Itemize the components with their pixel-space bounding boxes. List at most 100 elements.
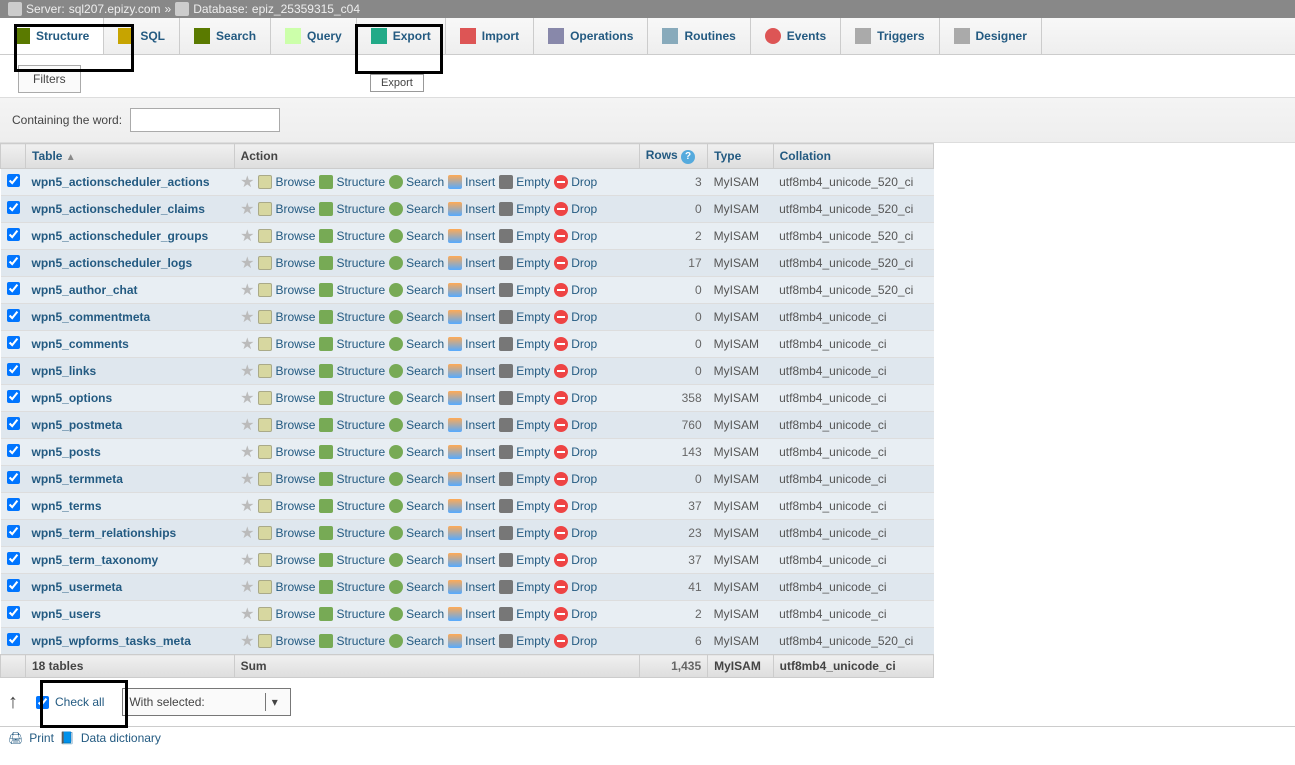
action-search[interactable]: Search [389, 445, 444, 459]
row-checkbox[interactable] [7, 174, 20, 187]
action-structure[interactable]: Structure [319, 607, 385, 621]
action-search[interactable]: Search [389, 202, 444, 216]
row-checkbox[interactable] [7, 228, 20, 241]
action-insert[interactable]: Insert [448, 256, 495, 270]
favorite-icon[interactable]: ★ [240, 253, 254, 273]
tab-structure[interactable]: Structure [0, 18, 104, 54]
table-name-link[interactable]: wpn5_options [32, 391, 113, 405]
action-insert[interactable]: Insert [448, 445, 495, 459]
favorite-icon[interactable]: ★ [240, 334, 254, 354]
table-name-link[interactable]: wpn5_actionscheduler_actions [32, 175, 210, 189]
action-search[interactable]: Search [389, 472, 444, 486]
action-browse[interactable]: Browse [258, 445, 315, 459]
row-checkbox[interactable] [7, 336, 20, 349]
action-drop[interactable]: Drop [554, 337, 597, 351]
action-search[interactable]: Search [389, 499, 444, 513]
row-checkbox[interactable] [7, 390, 20, 403]
row-checkbox[interactable] [7, 255, 20, 268]
tab-search[interactable]: Search [180, 18, 271, 54]
action-empty[interactable]: Empty [499, 310, 550, 324]
action-insert[interactable]: Insert [448, 391, 495, 405]
action-browse[interactable]: Browse [258, 310, 315, 324]
action-structure[interactable]: Structure [319, 337, 385, 351]
tab-triggers[interactable]: Triggers [841, 18, 939, 54]
action-insert[interactable]: Insert [448, 229, 495, 243]
action-drop[interactable]: Drop [554, 364, 597, 378]
action-insert[interactable]: Insert [448, 580, 495, 594]
action-insert[interactable]: Insert [448, 553, 495, 567]
row-checkbox[interactable] [7, 417, 20, 430]
action-drop[interactable]: Drop [554, 391, 597, 405]
action-empty[interactable]: Empty [499, 607, 550, 621]
action-insert[interactable]: Insert [448, 472, 495, 486]
row-checkbox[interactable] [7, 363, 20, 376]
action-empty[interactable]: Empty [499, 391, 550, 405]
table-name-link[interactable]: wpn5_actionscheduler_claims [32, 202, 205, 216]
action-drop[interactable]: Drop [554, 634, 597, 648]
table-name-link[interactable]: wpn5_postmeta [32, 418, 123, 432]
table-name-link[interactable]: wpn5_actionscheduler_groups [32, 229, 209, 243]
action-empty[interactable]: Empty [499, 256, 550, 270]
action-drop[interactable]: Drop [554, 175, 597, 189]
action-drop[interactable]: Drop [554, 310, 597, 324]
action-drop[interactable]: Drop [554, 256, 597, 270]
action-insert[interactable]: Insert [448, 634, 495, 648]
action-structure[interactable]: Structure [319, 445, 385, 459]
row-checkbox[interactable] [7, 201, 20, 214]
action-empty[interactable]: Empty [499, 499, 550, 513]
action-empty[interactable]: Empty [499, 337, 550, 351]
row-checkbox[interactable] [7, 633, 20, 646]
action-empty[interactable]: Empty [499, 580, 550, 594]
table-name-link[interactable]: wpn5_wpforms_tasks_meta [32, 634, 191, 648]
action-empty[interactable]: Empty [499, 364, 550, 378]
table-name-link[interactable]: wpn5_commentmeta [32, 310, 151, 324]
action-structure[interactable]: Structure [319, 472, 385, 486]
filters-button[interactable]: Filters [18, 65, 81, 93]
action-structure[interactable]: Structure [319, 580, 385, 594]
action-empty[interactable]: Empty [499, 472, 550, 486]
action-search[interactable]: Search [389, 283, 444, 297]
action-drop[interactable]: Drop [554, 607, 597, 621]
action-empty[interactable]: Empty [499, 445, 550, 459]
action-empty[interactable]: Empty [499, 283, 550, 297]
help-icon[interactable]: ? [681, 150, 695, 164]
action-search[interactable]: Search [389, 553, 444, 567]
table-name-link[interactable]: wpn5_termmeta [32, 472, 123, 486]
favorite-icon[interactable]: ★ [240, 577, 254, 597]
action-browse[interactable]: Browse [258, 553, 315, 567]
action-insert[interactable]: Insert [448, 202, 495, 216]
action-insert[interactable]: Insert [448, 418, 495, 432]
action-search[interactable]: Search [389, 418, 444, 432]
action-browse[interactable]: Browse [258, 607, 315, 621]
action-structure[interactable]: Structure [319, 634, 385, 648]
action-search[interactable]: Search [389, 337, 444, 351]
row-checkbox[interactable] [7, 471, 20, 484]
action-browse[interactable]: Browse [258, 364, 315, 378]
action-drop[interactable]: Drop [554, 229, 597, 243]
col-collation[interactable]: Collation [773, 144, 933, 169]
table-name-link[interactable]: wpn5_author_chat [32, 283, 138, 297]
action-browse[interactable]: Browse [258, 391, 315, 405]
col-type[interactable]: Type [708, 144, 773, 169]
action-empty[interactable]: Empty [499, 202, 550, 216]
table-name-link[interactable]: wpn5_actionscheduler_logs [32, 256, 193, 270]
action-search[interactable]: Search [389, 580, 444, 594]
action-browse[interactable]: Browse [258, 580, 315, 594]
action-structure[interactable]: Structure [319, 364, 385, 378]
action-search[interactable]: Search [389, 364, 444, 378]
favorite-icon[interactable]: ★ [240, 604, 254, 624]
action-search[interactable]: Search [389, 310, 444, 324]
action-search[interactable]: Search [389, 175, 444, 189]
action-drop[interactable]: Drop [554, 283, 597, 297]
tab-import[interactable]: Import [446, 18, 534, 54]
database-name[interactable]: epiz_25359315_c04 [252, 2, 360, 16]
action-browse[interactable]: Browse [258, 256, 315, 270]
action-browse[interactable]: Browse [258, 418, 315, 432]
action-structure[interactable]: Structure [319, 229, 385, 243]
favorite-icon[interactable]: ★ [240, 415, 254, 435]
action-empty[interactable]: Empty [499, 634, 550, 648]
favorite-icon[interactable]: ★ [240, 226, 254, 246]
action-drop[interactable]: Drop [554, 499, 597, 513]
action-insert[interactable]: Insert [448, 283, 495, 297]
row-checkbox[interactable] [7, 606, 20, 619]
